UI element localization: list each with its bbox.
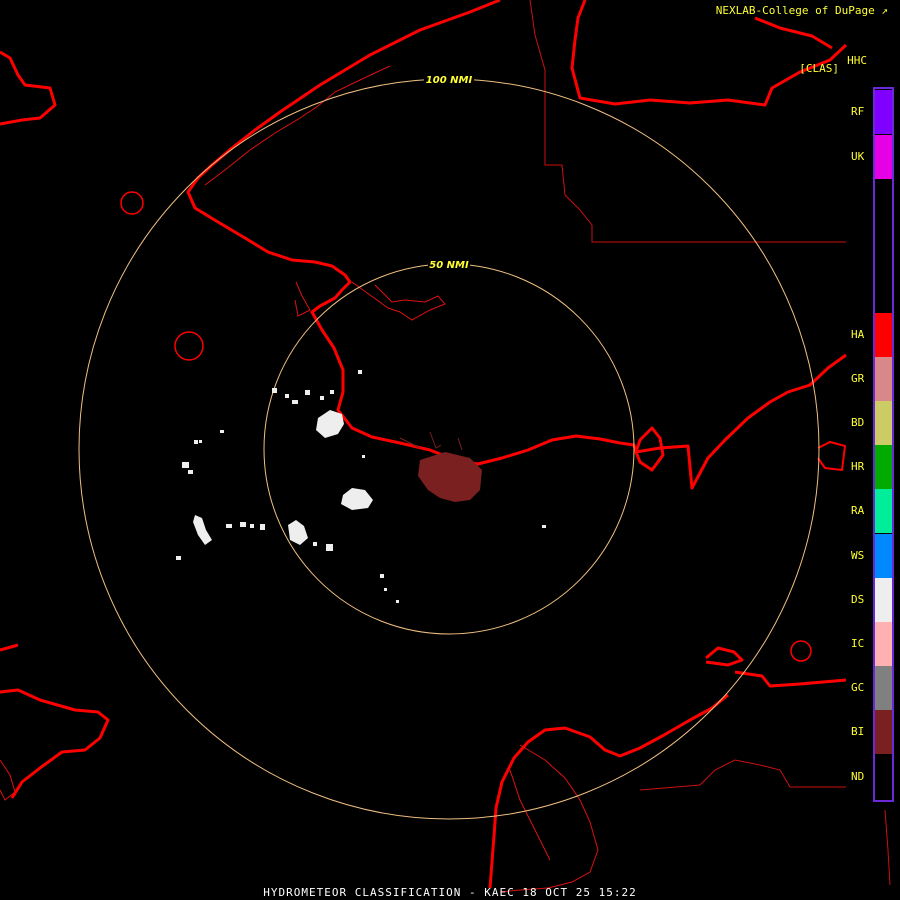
legend-label-gc: GC: [851, 681, 865, 694]
range-ring-labels: 100 NMI 50 NMI: [424, 73, 474, 271]
island-west-2: [174, 331, 204, 361]
legend-label-ha: HA: [851, 328, 865, 341]
echo-cluster-d: [193, 515, 212, 545]
legend-swatch-ds: [875, 578, 892, 622]
legend-swatch-uk: [875, 135, 892, 179]
product-code: HHC: [847, 54, 867, 67]
ring-label-50: 50 NMI: [429, 260, 469, 271]
legend-swatch-nd: [875, 755, 892, 799]
legend-label-ws: WS: [851, 549, 865, 562]
legend-swatch-ws: [875, 534, 892, 578]
legend-label-bi: BI: [851, 725, 865, 738]
island-east: [790, 640, 812, 662]
legend-swatch-ha: [875, 313, 892, 357]
legend-label-ds: DS: [851, 593, 865, 606]
credit-text: NEXLAB-College of DuPage: [715, 4, 875, 17]
island-west: [120, 191, 144, 215]
west-coastline: [0, 50, 57, 126]
legend-label-nd: ND: [851, 770, 865, 783]
legend-swatch-bi: [875, 710, 892, 754]
legend-swatch-hr: [875, 445, 892, 489]
east-island: [817, 441, 846, 471]
legend-swatch-bd: [875, 401, 892, 445]
ring-50-nmi: [263, 263, 635, 635]
echo-cluster-c: [288, 520, 308, 545]
legend-label-ra: RA: [851, 504, 865, 517]
legend-label-rf: RF: [851, 105, 865, 118]
echo-cluster-a: [341, 488, 373, 510]
legend-swatch-gc: [875, 666, 892, 710]
legend-bar: [873, 87, 894, 802]
echo-cluster-b: [316, 410, 344, 438]
radar-map: 100 NMI 50 NMI: [0, 0, 894, 893]
legend-label-ic: IC: [851, 637, 865, 650]
legend-swatch-rf: [875, 90, 892, 134]
biological-echo: [399, 431, 482, 502]
product-class: [CLAS]: [799, 62, 839, 75]
legend-label-gr: GR: [851, 372, 865, 385]
southeast-coastline: [488, 646, 847, 889]
coastline-layer: [0, 0, 848, 889]
southwest-coastline: [0, 643, 110, 799]
legend-label-bd: BD: [851, 416, 865, 429]
credit-label[interactable]: NEXLAB-College of DuPage ↗: [716, 4, 888, 17]
legend-swatch-ra: [875, 489, 892, 533]
legend-swatch-ic: [875, 622, 892, 666]
boundary-layer: [529, 0, 891, 886]
external-link-icon: ↗: [874, 4, 888, 17]
legend-label-uk: UK: [851, 150, 865, 163]
dry-snow-echoes: [176, 370, 546, 603]
ring-label-100: 100 NMI: [426, 75, 473, 86]
east-coastline: [635, 353, 847, 490]
legend-label-hr: HR: [851, 460, 865, 473]
legend-swatch-gr: [875, 357, 892, 401]
map-caption: HYDROMETEOR CLASSIFICATION - KAEC 18 OCT…: [263, 886, 637, 899]
